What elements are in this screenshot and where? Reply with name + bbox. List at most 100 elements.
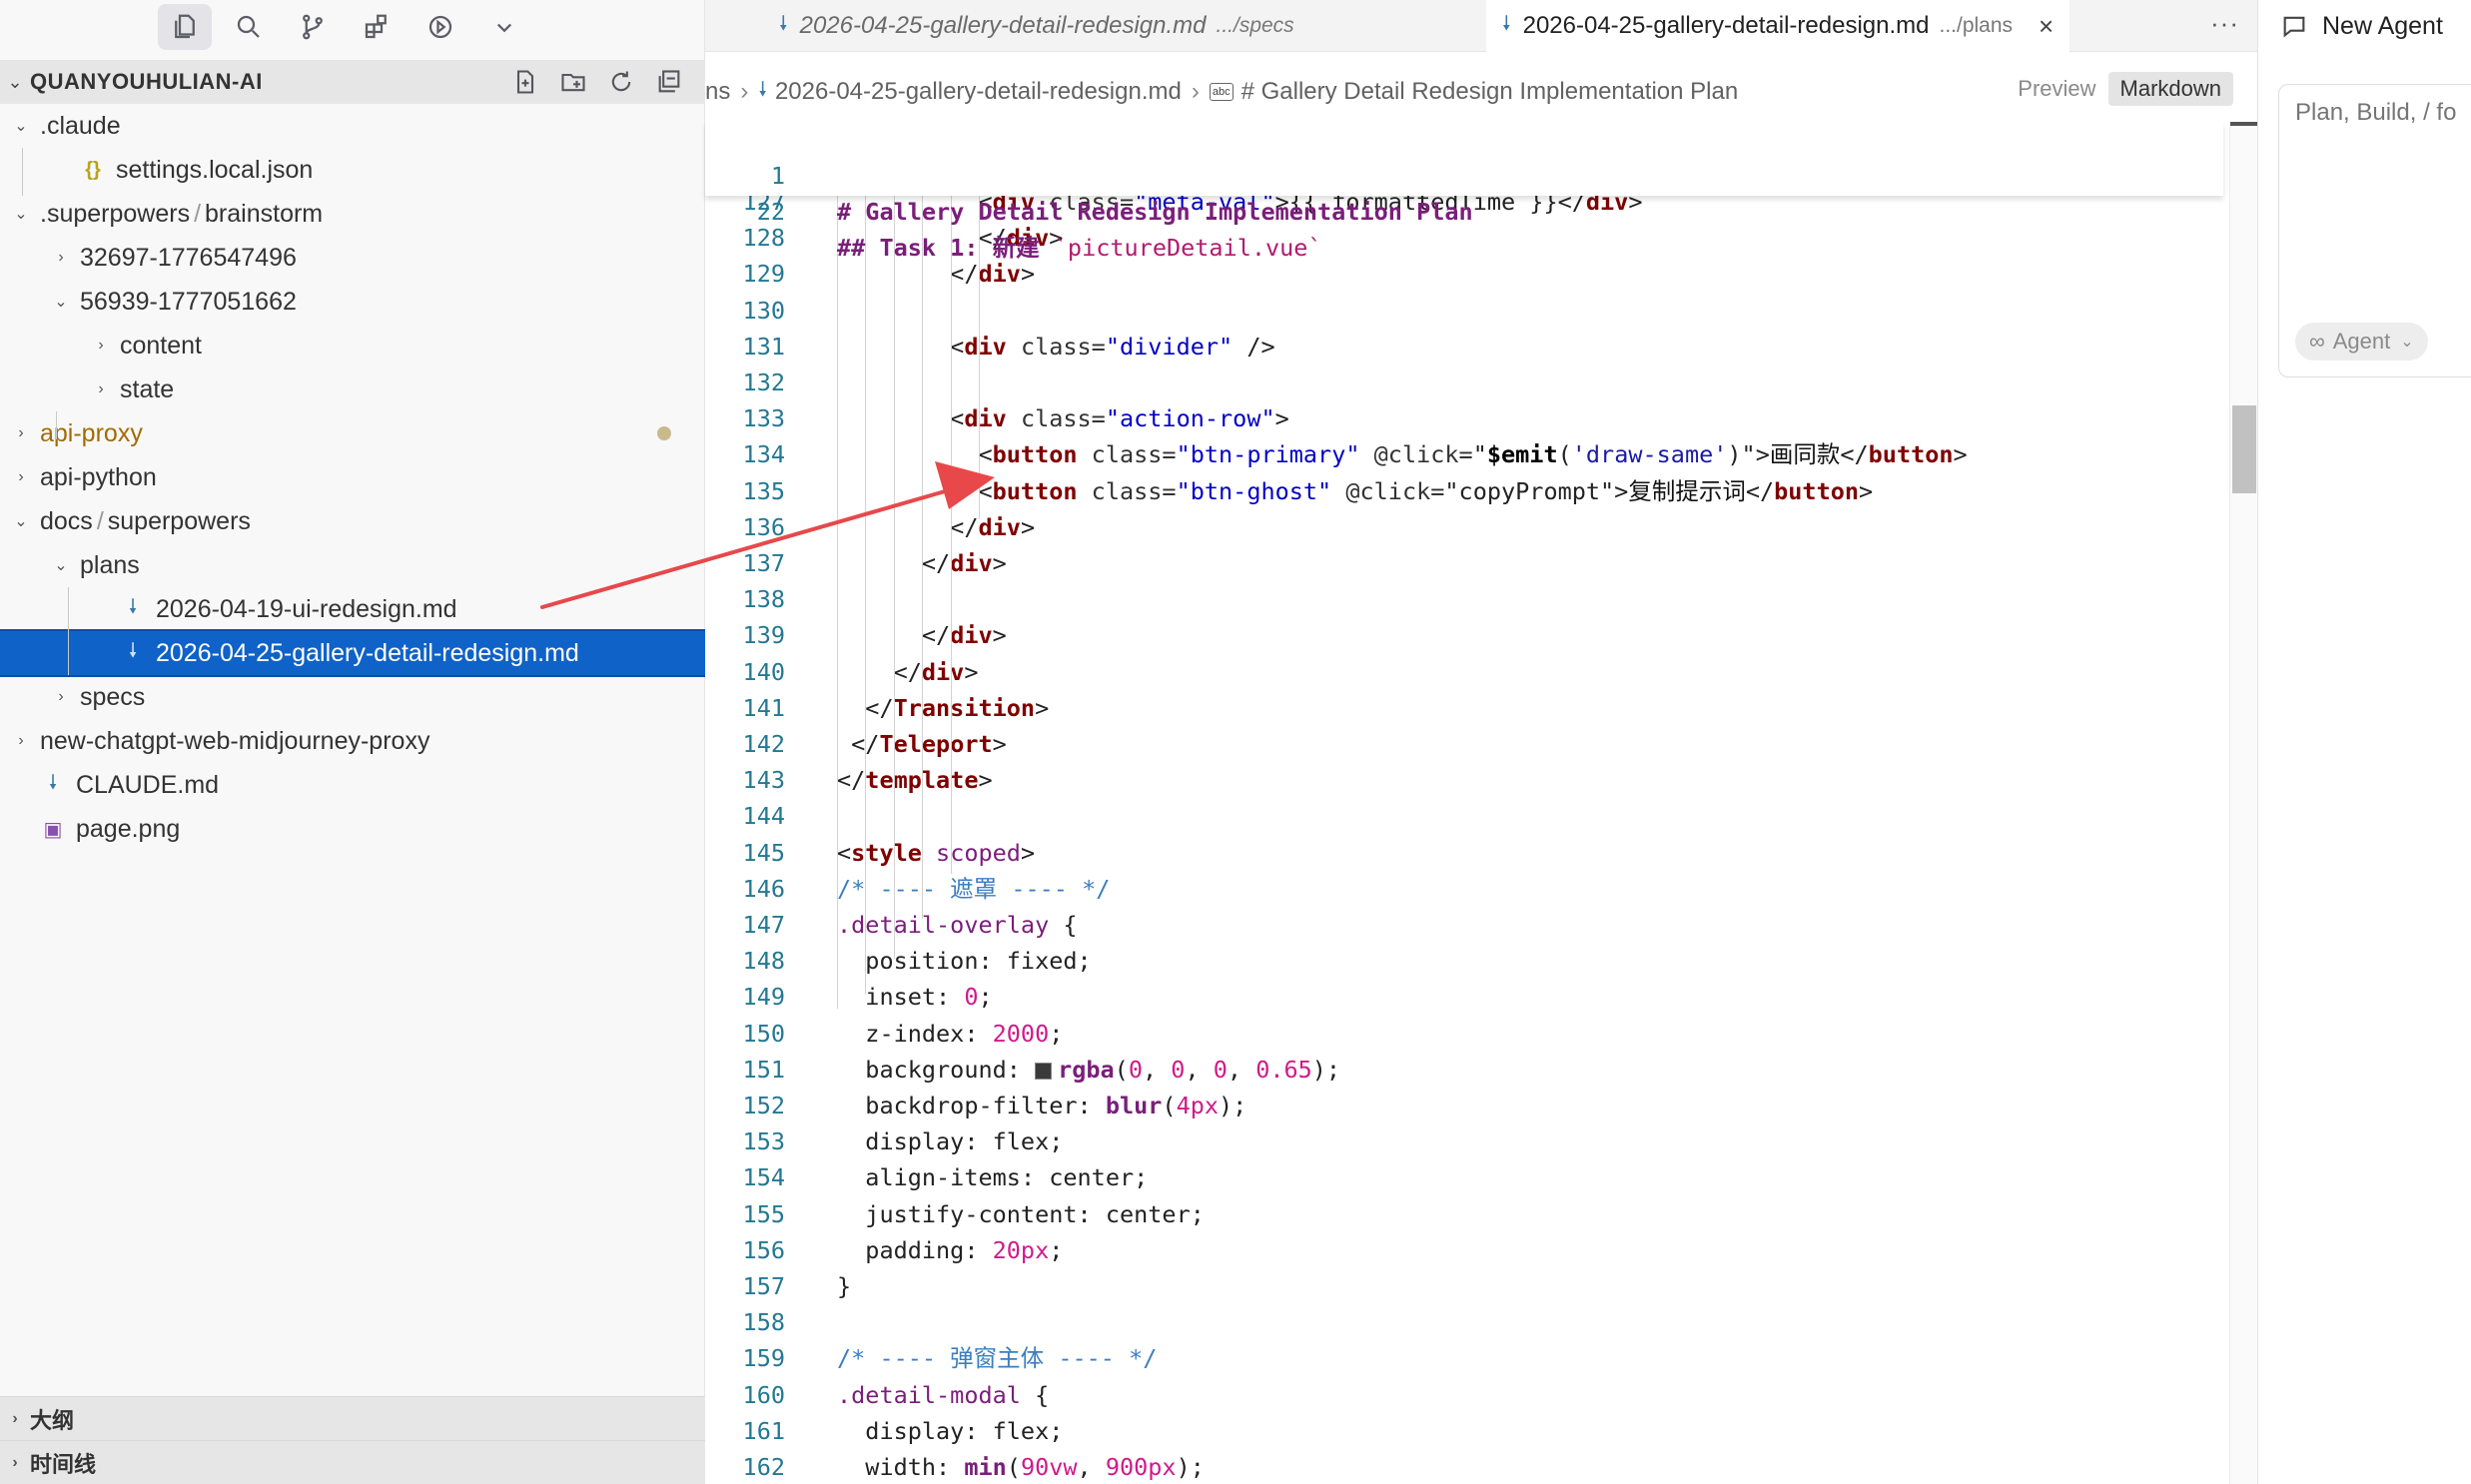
- line-content: z-index: 2000;: [837, 1016, 1063, 1052]
- tab-specs-file[interactable]: 🠗 2026-04-25-gallery-detail-redesign.md …: [763, 0, 1310, 52]
- code-line[interactable]: 141 </Transition>: [705, 690, 2223, 726]
- chevron-right-icon[interactable]: ›: [48, 688, 74, 706]
- code-line[interactable]: 150 z-index: 2000;: [705, 1016, 2223, 1052]
- code-line[interactable]: 155 justify-content: center;: [705, 1196, 2223, 1232]
- chevron-right-icon[interactable]: ›: [8, 424, 34, 442]
- tree-item[interactable]: ⌄ 56939-1777051662: [0, 280, 705, 324]
- chevron-down-icon[interactable]: [477, 4, 531, 50]
- run-debug-icon[interactable]: [413, 4, 467, 50]
- chevron-down-icon[interactable]: ⌄: [48, 555, 74, 575]
- tree-item[interactable]: {} settings.local.json: [0, 148, 705, 192]
- chevron-down-icon[interactable]: ⌄: [8, 116, 34, 136]
- tree-item[interactable]: 🠗 CLAUDE.md: [0, 763, 705, 807]
- markdown-icon: 🠗: [128, 640, 138, 662]
- tree-item[interactable]: ⌄ .claude: [0, 104, 705, 148]
- timeline-panel-header[interactable]: › 时间线: [0, 1440, 705, 1484]
- markdown-button[interactable]: Markdown: [2107, 72, 2233, 106]
- refresh-icon[interactable]: [605, 66, 637, 98]
- chevron-down-icon[interactable]: ⌄: [8, 511, 34, 531]
- chevron-right-icon[interactable]: ›: [8, 468, 34, 486]
- more-actions-icon[interactable]: ···: [2210, 8, 2239, 39]
- agent-prompt-input[interactable]: [2295, 99, 2471, 127]
- chevron-right-icon[interactable]: ›: [8, 732, 34, 750]
- code-line[interactable]: 130: [705, 293, 2223, 329]
- tree-item[interactable]: › api-python: [0, 455, 705, 499]
- chevron-right-icon[interactable]: ›: [48, 249, 74, 267]
- code-line[interactable]: 152 backdrop-filter: blur(4px);: [705, 1088, 2223, 1123]
- code-line[interactable]: 131 <div class="divider" />: [705, 329, 2223, 365]
- tree-item[interactable]: › specs: [0, 675, 705, 719]
- code-line[interactable]: 149 inset: 0;: [705, 979, 2223, 1015]
- sticky-line[interactable]: 22 ## Task 1: 新建 `pictureDetail.vue`: [705, 158, 2223, 262]
- chevron-down-icon[interactable]: ⌄: [48, 292, 74, 312]
- code-line[interactable]: 148 position: fixed;: [705, 943, 2223, 979]
- scrollbar-thumb[interactable]: [2232, 405, 2256, 493]
- extensions-icon[interactable]: [350, 4, 404, 50]
- new-agent-button[interactable]: New Agent: [2258, 0, 2471, 52]
- sticky-line[interactable]: 1 # Gallery Detail Redesign Implementati…: [705, 122, 2223, 226]
- code-line[interactable]: 159 /* ---- 弹窗主体 ---- */: [705, 1340, 2223, 1376]
- code-line[interactable]: 134 <button class="btn-primary" @click="…: [705, 436, 2223, 472]
- files-icon[interactable]: [158, 4, 212, 50]
- code-line[interactable]: 158: [705, 1304, 2223, 1340]
- tree-item[interactable]: › api-proxy: [0, 411, 705, 455]
- code-line[interactable]: 157}: [705, 1268, 2223, 1304]
- new-file-icon[interactable]: [509, 66, 541, 98]
- source-control-icon[interactable]: [286, 4, 340, 50]
- code-line[interactable]: 151 background: rgba(0, 0, 0, 0.65);: [705, 1052, 2223, 1088]
- code-line[interactable]: 138: [705, 581, 2223, 617]
- breadcrumb-file[interactable]: 2026-04-25-gallery-detail-redesign.md: [775, 78, 1182, 106]
- outline-panel-header[interactable]: › 大纲: [0, 1396, 705, 1440]
- tree-item[interactable]: ▣ page.png: [0, 807, 705, 851]
- chevron-right-icon[interactable]: ›: [88, 337, 114, 355]
- chevron-down-icon[interactable]: ⌄: [8, 204, 34, 224]
- code-line[interactable]: 146 /* ---- 遮罩 ---- */: [705, 871, 2223, 907]
- tree-item[interactable]: ⌄ plans: [0, 543, 705, 587]
- code-line[interactable]: 153 display: flex;: [705, 1123, 2223, 1159]
- code-line[interactable]: 142 </Teleport>: [705, 726, 2223, 762]
- breadcrumb-lead[interactable]: ns: [705, 78, 730, 106]
- tree-item[interactable]: › state: [0, 368, 705, 411]
- collapse-all-icon[interactable]: [653, 66, 685, 98]
- tree-item[interactable]: 🠗 2026-04-19-ui-redesign.md: [0, 587, 705, 631]
- tree-item[interactable]: ⌄ docs / superpowers: [0, 499, 705, 543]
- code-token: flex: [992, 1127, 1050, 1156]
- code-line[interactable]: 133 <div class="action-row">: [705, 400, 2223, 436]
- code-line[interactable]: 137 </div>: [705, 545, 2223, 581]
- code-token: inset: [837, 983, 937, 1012]
- tab-plans-file[interactable]: 🠗 2026-04-25-gallery-detail-redesign.md …: [1486, 0, 2070, 52]
- tree-item[interactable]: › content: [0, 324, 705, 368]
- preview-button[interactable]: Preview: [2006, 72, 2107, 106]
- code-line[interactable]: 156 padding: 20px;: [705, 1232, 2223, 1268]
- code-line[interactable]: 132: [705, 365, 2223, 400]
- tree-item[interactable]: › 32697-1776547496: [0, 236, 705, 280]
- tree-item[interactable]: 🠗 2026-04-25-gallery-detail-redesign.md: [0, 629, 707, 677]
- code-line[interactable]: 136 </div>: [705, 509, 2223, 545]
- new-folder-icon[interactable]: [557, 66, 589, 98]
- agent-mode-dropdown[interactable]: ∞ Agent ⌄: [2295, 323, 2428, 361]
- chevron-down-icon[interactable]: ⌄: [0, 72, 30, 93]
- tree-item[interactable]: › new-chatgpt-web-midjourney-proxy: [0, 719, 705, 763]
- explorer-header[interactable]: ⌄ QUANYOUHULIAN-AI: [0, 60, 705, 104]
- code-line[interactable]: 139 </div>: [705, 617, 2223, 653]
- code-line[interactable]: 135 <button class="btn-ghost" @click="co…: [705, 473, 2223, 509]
- code-line[interactable]: 145 <style scoped>: [705, 835, 2223, 871]
- code-line[interactable]: 140 </div>: [705, 654, 2223, 690]
- code-line[interactable]: 154 align-items: center;: [705, 1159, 2223, 1195]
- breadcrumb-symbol[interactable]: # Gallery Detail Redesign Implementation…: [1241, 78, 1739, 106]
- code-token: flex: [992, 1416, 1050, 1445]
- code-line[interactable]: 147 .detail-overlay {: [705, 907, 2223, 943]
- chevron-right-icon[interactable]: ›: [88, 380, 114, 398]
- sticky-scroll-header[interactable]: 1 # Gallery Detail Redesign Implementati…: [705, 122, 2223, 262]
- tree-item-label: new-chatgpt-web-midjourney-proxy: [40, 726, 430, 755]
- line-number: 159: [742, 1344, 785, 1373]
- code-line[interactable]: 162 width: min(90vw, 900px);: [705, 1449, 2223, 1484]
- code-line[interactable]: 160 .detail-modal {: [705, 1377, 2223, 1413]
- code-line[interactable]: 161 display: flex;: [705, 1413, 2223, 1449]
- close-icon[interactable]: ×: [2039, 11, 2054, 42]
- search-icon[interactable]: [222, 4, 276, 50]
- vertical-scrollbar[interactable]: [2229, 122, 2258, 1484]
- code-line[interactable]: 143 </template>: [705, 762, 2223, 798]
- tree-item[interactable]: ⌄ .superpowers / brainstorm: [0, 192, 705, 236]
- code-line[interactable]: 144: [705, 798, 2223, 834]
